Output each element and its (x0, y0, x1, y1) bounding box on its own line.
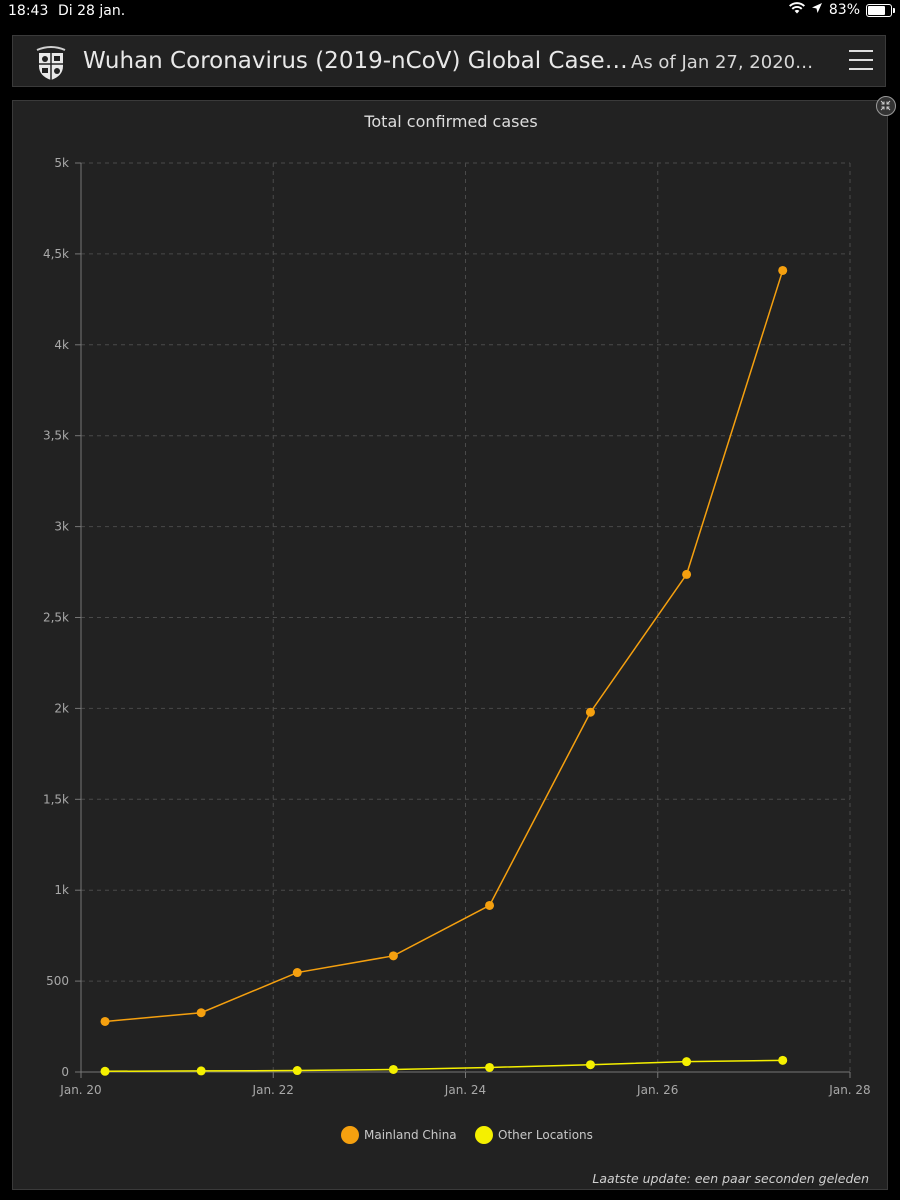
status-right-group: 83% (788, 2, 895, 18)
status-time: 18:43 (8, 3, 49, 19)
legend-item-mainland-china[interactable]: Mainland China (341, 1126, 457, 1144)
legend-item-other-locations[interactable]: Other Locations (475, 1126, 593, 1144)
mainland-china-data-point[interactable] (100, 1016, 110, 1026)
chart-axes: 0 500 1k 1,5k 2k 2,5k 3k 3,5k 4k 4,5k 5k Jan. 20 Jan… (43, 156, 871, 1097)
other-locations-data-point[interactable] (292, 1066, 302, 1076)
y-tick-label: 1k (54, 883, 69, 897)
other-locations-data-point[interactable] (388, 1064, 398, 1074)
y-tick-label: 0 (61, 1065, 69, 1079)
status-bar: 18:43 Di 28 jan. 83% (0, 0, 900, 24)
y-tick-label: 4k (54, 338, 69, 352)
status-date: Di 28 jan. (58, 3, 126, 19)
mainland-china-data-point[interactable] (388, 951, 398, 961)
last-update-note: Laatste update: een paar seconden gelede… (592, 1171, 869, 1186)
university-shield-logo-icon (31, 44, 71, 82)
y-tick-label: 2,5k (43, 611, 69, 625)
y-tick-label: 1,5k (43, 792, 69, 806)
battery-level-fill (868, 5, 885, 15)
other-locations-data-point[interactable] (778, 1055, 788, 1065)
legend-swatch (341, 1126, 359, 1144)
other-locations-data-point[interactable] (196, 1066, 206, 1076)
other-locations-data-point[interactable] (585, 1060, 595, 1070)
mainland-china-data-point[interactable] (585, 707, 595, 717)
y-tick-label: 3,5k (43, 429, 69, 443)
y-tick-label: 500 (46, 974, 69, 988)
x-tick-label: Jan. 26 (636, 1083, 678, 1097)
mainland-china-data-point[interactable] (196, 1008, 206, 1018)
chart-title: Total confirmed cases (363, 112, 537, 131)
battery-icon (866, 3, 895, 17)
x-tick-label: Jan. 28 (828, 1083, 870, 1097)
mainland-china-data-point[interactable] (485, 900, 495, 910)
y-tick-label: 2k (54, 701, 69, 715)
chart-panel: Total confirmed cases 0 500 1k 1,5k 2k 2,5k 3k… (12, 100, 888, 1190)
other-locations-data-point[interactable] (485, 1062, 495, 1072)
mainland-china-data-point[interactable] (778, 265, 788, 275)
mainland-china-data-point[interactable] (292, 968, 302, 978)
y-tick-label: 5k (54, 156, 69, 170)
x-tick-label: Jan. 20 (59, 1083, 101, 1097)
legend-label: Mainland China (364, 1128, 457, 1142)
y-tick-label: 3k (54, 520, 69, 534)
dashboard-header: Wuhan Coronavirus (2019-nCoV) Global Cas… (12, 35, 886, 87)
battery-percentage: 83% (828, 2, 860, 18)
chart-grid (81, 162, 851, 1072)
chart-series (100, 265, 788, 1076)
x-tick-label: Jan. 24 (444, 1083, 486, 1097)
y-tick-label: 4,5k (43, 247, 69, 261)
other-locations-series-line (105, 1059, 783, 1073)
legend-swatch (475, 1126, 493, 1144)
confirmed-cases-chart: Total confirmed cases 0 500 1k 1,5k 2k 2,5k 3k… (43, 112, 871, 1144)
x-tick-label: Jan. 22 (252, 1083, 294, 1097)
as-of-date: As of Jan 27, 2020… (631, 52, 814, 73)
collapse-arrows-icon[interactable] (876, 96, 896, 116)
other-locations-data-point[interactable] (100, 1066, 110, 1076)
hamburger-menu-icon[interactable] (849, 50, 873, 72)
wifi-icon (788, 2, 805, 18)
page-title: Wuhan Coronavirus (2019-nCoV) Global Cas… (83, 48, 628, 74)
location-arrow-icon (811, 2, 823, 18)
other-locations-data-point[interactable] (682, 1057, 692, 1067)
mainland-china-data-point[interactable] (682, 569, 692, 579)
chart-legend: Mainland China Other Locations (341, 1126, 593, 1144)
legend-label: Other Locations (498, 1128, 593, 1142)
mainland-china-series-line (104, 270, 784, 1023)
